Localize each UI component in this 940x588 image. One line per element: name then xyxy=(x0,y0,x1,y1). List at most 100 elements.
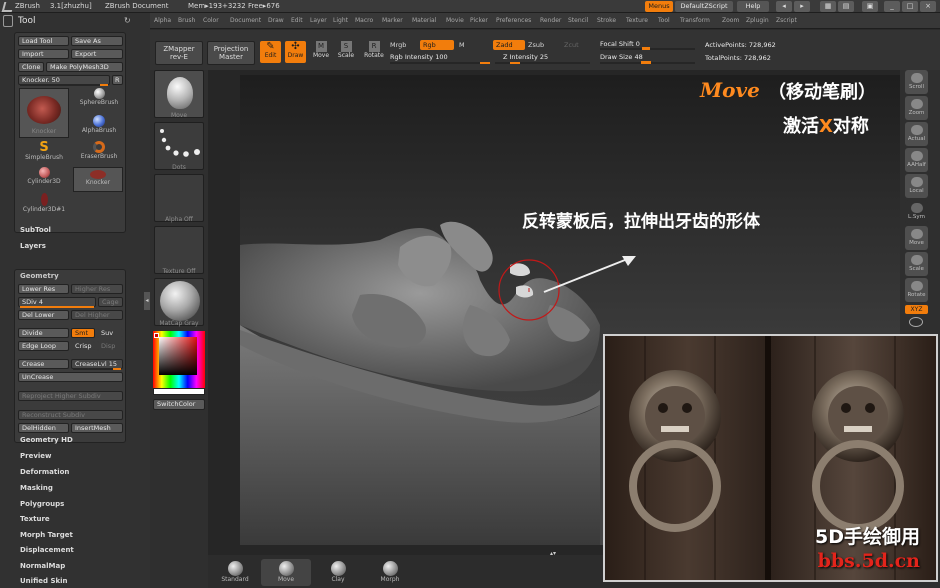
stroke-dots-thumb[interactable] xyxy=(154,122,204,170)
tool-header[interactable]: Tool ↻ xyxy=(2,13,148,31)
texture-off-thumb[interactable] xyxy=(154,226,204,274)
section-geometry[interactable]: Geometry xyxy=(20,272,59,280)
uncrease-button[interactable]: UnCrease xyxy=(18,372,123,382)
menu-alpha[interactable]: Alpha xyxy=(154,17,171,24)
close-icon[interactable]: × xyxy=(920,1,936,12)
default-zscript-button[interactable]: DefaultZScript xyxy=(675,1,733,12)
eraserbrush-tool[interactable]: EraserBrush xyxy=(75,141,123,166)
section-geometry-hd[interactable]: Geometry HD xyxy=(20,436,73,444)
secondary-color-bar[interactable] xyxy=(153,388,205,395)
help-button[interactable]: Help xyxy=(737,1,769,12)
section-subtool[interactable]: SubTool xyxy=(20,226,51,234)
menu-texture[interactable]: Texture xyxy=(626,17,648,24)
edge-loop-button[interactable]: Edge Loop xyxy=(18,341,69,351)
left-shelf-collapse-arrow[interactable]: ◂ xyxy=(144,292,150,310)
save-as-button[interactable]: Save As xyxy=(71,36,123,46)
draw-button[interactable]: ✣ Draw xyxy=(285,41,306,63)
brush-morph-button[interactable]: Morph xyxy=(365,559,415,586)
menu-movie[interactable]: Movie xyxy=(446,17,464,24)
zadd-toggle[interactable]: Zadd xyxy=(493,40,525,50)
section-displacement[interactable]: Displacement xyxy=(20,546,74,554)
knocker-tool-large[interactable]: Knocker xyxy=(19,88,69,138)
menu-stroke[interactable]: Stroke xyxy=(597,17,616,24)
switchcolor-button[interactable]: SwitchColor xyxy=(153,399,205,410)
z-intensity-slider[interactable]: Z Intensity 25 xyxy=(503,53,548,61)
smt-toggle[interactable]: Smt xyxy=(71,328,95,338)
projection-master-button[interactable]: Projection Master xyxy=(207,41,255,65)
section-morph-target[interactable]: Morph Target xyxy=(20,531,73,539)
clone-button[interactable]: Clone xyxy=(18,62,44,72)
menu-marker[interactable]: Marker xyxy=(382,17,403,24)
m-toggle[interactable]: M xyxy=(459,41,465,49)
knocker-tool-small[interactable]: Knocker xyxy=(73,167,123,192)
section-unified-skin[interactable]: Unified Skin xyxy=(20,577,68,585)
del-higher-button[interactable]: Del Higher xyxy=(71,310,123,320)
zoom-button[interactable]: Zoom xyxy=(905,96,928,120)
menu-document[interactable]: Document xyxy=(230,17,261,24)
frame-icon[interactable] xyxy=(909,317,923,327)
divide-button[interactable]: Divide xyxy=(18,328,69,338)
menu-zoom[interactable]: Zoom xyxy=(722,17,739,24)
matcap-thumb[interactable] xyxy=(154,278,204,326)
color-picker[interactable] xyxy=(153,331,205,388)
lower-res-button[interactable]: Lower Res xyxy=(18,284,69,294)
menu-material[interactable]: Material xyxy=(412,17,436,24)
alphabrush-tool[interactable]: AlphaBrush xyxy=(75,115,123,140)
menu-light[interactable]: Light xyxy=(333,17,348,24)
cylinder3d1-tool[interactable]: Cylinder3D#1 xyxy=(19,193,69,219)
brush-move-thumb[interactable] xyxy=(154,70,204,118)
section-polygroups[interactable]: Polygroups xyxy=(20,500,64,508)
mrgb-toggle[interactable]: Mrgb xyxy=(390,41,406,49)
palette-icon[interactable]: ▤ xyxy=(838,1,854,12)
xyz-toggle[interactable]: XYZ xyxy=(905,305,928,314)
move-mode-button[interactable]: M Move xyxy=(311,41,331,63)
delhidden-button[interactable]: DelHidden xyxy=(18,423,69,433)
rotate-view-button[interactable]: Rotate xyxy=(905,278,928,302)
focal-shift-slider[interactable]: Focal Shift 0 xyxy=(600,40,640,48)
insertmesh-button[interactable]: InsertMesh xyxy=(71,423,123,433)
disp-slider[interactable]: Disp xyxy=(97,341,123,351)
menu-picker[interactable]: Picker xyxy=(470,17,488,24)
menu-macro[interactable]: Macro xyxy=(355,17,373,24)
menu-tool[interactable]: Tool xyxy=(658,17,670,24)
lock-icon[interactable]: ▣ xyxy=(862,1,878,12)
import-button[interactable]: Import xyxy=(18,49,69,59)
color-picker-square[interactable] xyxy=(159,337,197,375)
draw-size-slider[interactable]: Draw Size 48 xyxy=(600,53,643,61)
rgb-intensity-slider[interactable]: Rgb Intensity 100 xyxy=(390,53,448,61)
menu-zscript[interactable]: Zscript xyxy=(776,17,797,24)
cylinder3d-tool[interactable]: Cylinder3D xyxy=(19,167,69,192)
next-arrow-icon[interactable]: ▸ xyxy=(794,1,810,12)
section-layers[interactable]: Layers xyxy=(20,242,46,250)
section-deformation[interactable]: Deformation xyxy=(20,468,69,476)
layout-icon[interactable]: ▦ xyxy=(820,1,836,12)
crease-button[interactable]: Crease xyxy=(18,359,69,369)
actual-button[interactable]: Actual xyxy=(905,122,928,146)
menu-render[interactable]: Render xyxy=(540,17,561,24)
del-lower-button[interactable]: Del Lower xyxy=(18,310,69,320)
prev-arrow-icon[interactable]: ◂ xyxy=(776,1,792,12)
simplebrush-tool[interactable]: S SimpleBrush xyxy=(19,141,69,166)
menu-edit[interactable]: Edit xyxy=(291,17,303,24)
menu-brush[interactable]: Brush xyxy=(178,17,195,24)
minimize-icon[interactable]: _ xyxy=(884,1,900,12)
scroll-button[interactable]: Scroll xyxy=(905,70,928,94)
menu-preferences[interactable]: Preferences xyxy=(496,17,531,24)
section-texture[interactable]: Texture xyxy=(20,515,50,523)
alpha-off-thumb[interactable] xyxy=(154,174,204,222)
reconstruct-button[interactable]: Reconstruct Subdiv xyxy=(18,410,123,420)
bottom-shelf-collapse-arrow[interactable]: ▴▾ xyxy=(543,551,563,557)
export-button[interactable]: Export xyxy=(71,49,123,59)
brush-move-button[interactable]: Move xyxy=(261,559,311,586)
cage-button[interactable]: Cage xyxy=(98,297,123,307)
menu-layer[interactable]: Layer xyxy=(310,17,327,24)
rotate-mode-button[interactable]: R Rotate xyxy=(361,41,387,63)
section-normalmap[interactable]: NormalMap xyxy=(20,562,65,570)
menu-color[interactable]: Color xyxy=(203,17,219,24)
spherebrush-tool[interactable]: SphereBrush xyxy=(75,88,123,113)
suv-toggle[interactable]: Suv xyxy=(97,328,123,338)
scale-view-button[interactable]: Scale xyxy=(905,252,928,276)
rgb-toggle[interactable]: Rgb xyxy=(420,40,454,50)
primary-color-swatch[interactable] xyxy=(154,333,159,338)
menus-button[interactable]: Menus xyxy=(645,1,673,12)
